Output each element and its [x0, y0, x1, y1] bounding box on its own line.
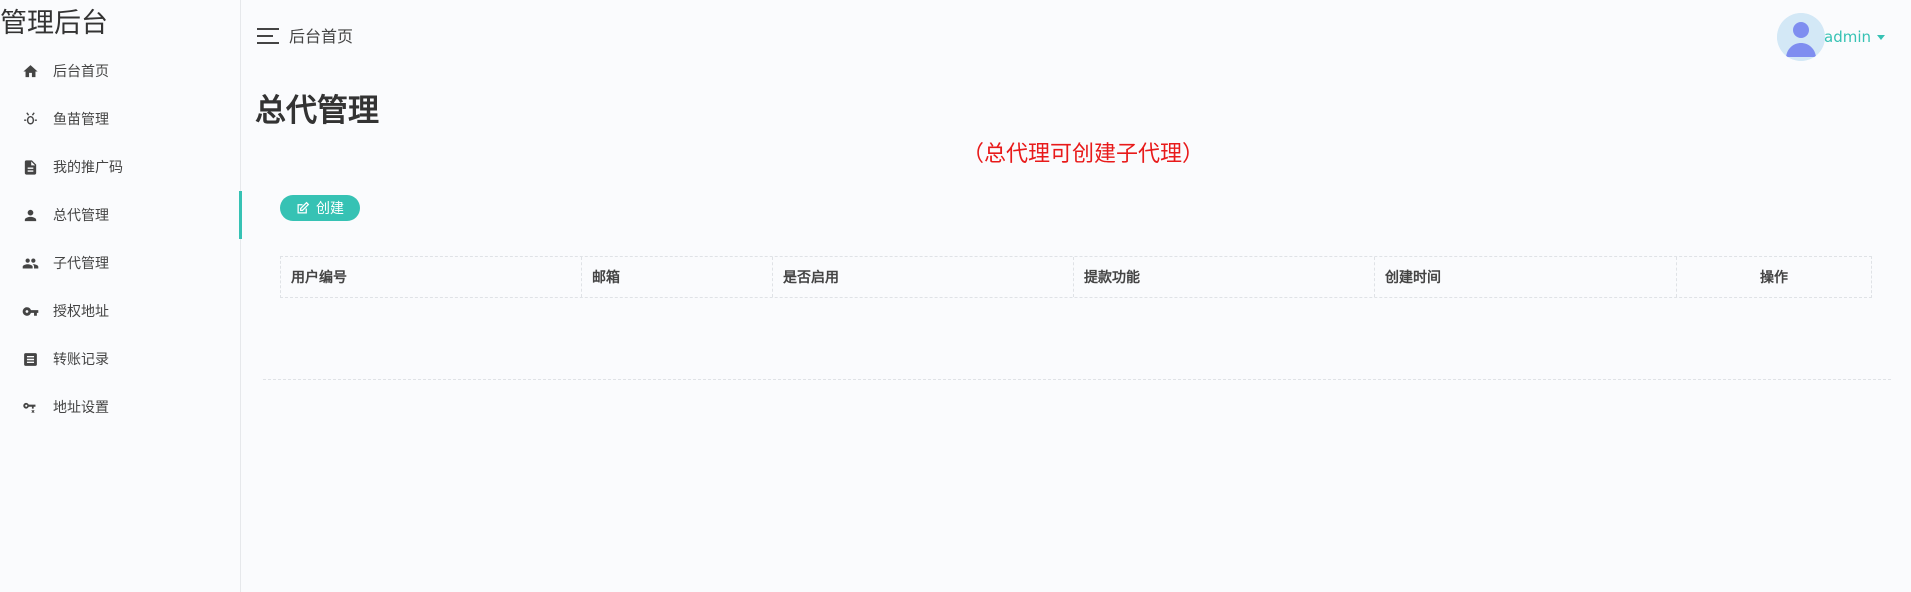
- table-footer-divider: [263, 379, 1891, 380]
- sidebar-item-transfer-records[interactable]: 转账记录: [0, 335, 241, 383]
- sidebar-item-label: 总代管理: [53, 208, 109, 224]
- agents-table: 用户编号 邮箱 是否启用 提款功能 创建时间 操作: [280, 256, 1872, 298]
- sidebar-item-home[interactable]: 后台首页: [0, 47, 241, 95]
- column-header-enabled[interactable]: 是否启用: [773, 257, 1074, 297]
- sidebar-menu: 后台首页 鱼苗管理 我的推广码 总代管理 子代管理 授权地址 转账记录 地址设置: [0, 47, 242, 431]
- sidebar-item-sub-agent[interactable]: 子代管理: [0, 239, 241, 287]
- table-header: 用户编号 邮箱 是否启用 提款功能 创建时间 操作: [280, 256, 1872, 298]
- sidebar-item-promo-code[interactable]: 我的推广码: [0, 143, 241, 191]
- people-icon: [21, 254, 39, 272]
- key-icon: [21, 302, 39, 320]
- document-icon: [21, 158, 39, 176]
- home-icon: [21, 62, 39, 80]
- column-header-created-time[interactable]: 创建时间: [1375, 257, 1677, 297]
- bug-icon: [21, 110, 39, 128]
- key-x-icon: [21, 398, 39, 416]
- column-header-withdraw[interactable]: 提款功能: [1074, 257, 1375, 297]
- sidebar-item-general-agent[interactable]: 总代管理: [0, 191, 242, 239]
- menu-toggle-icon[interactable]: [257, 28, 279, 44]
- sidebar-item-label: 子代管理: [53, 256, 109, 272]
- sidebar-item-label: 鱼苗管理: [53, 112, 109, 128]
- top-header: 后台首页 admin: [241, 0, 1911, 74]
- column-header-actions: 操作: [1760, 270, 1788, 286]
- sidebar-item-label: 后台首页: [53, 64, 109, 80]
- create-button[interactable]: 创建: [280, 195, 360, 221]
- edit-icon: [297, 201, 310, 213]
- sidebar: 管理后台 后台首页 鱼苗管理 我的推广码 总代管理 子代管理 授权地址 转账记录…: [0, 0, 242, 592]
- notice-text: （总代理可创建子代理）: [962, 142, 1205, 167]
- sidebar-item-authorized-address[interactable]: 授权地址: [0, 287, 241, 335]
- sidebar-item-label: 我的推广码: [53, 160, 123, 176]
- list-icon: [21, 350, 39, 368]
- sidebar-item-label: 地址设置: [53, 400, 109, 416]
- page-title: 总代管理: [255, 93, 379, 129]
- app-logo: 管理后台: [0, 8, 108, 39]
- sidebar-item-address-settings[interactable]: 地址设置: [0, 383, 241, 431]
- caret-down-icon: [1877, 34, 1885, 40]
- column-header-email[interactable]: 邮箱: [582, 257, 773, 297]
- avatar[interactable]: [1777, 13, 1825, 61]
- column-header-user-id[interactable]: 用户编号: [281, 257, 582, 297]
- username: admin: [1824, 28, 1871, 46]
- breadcrumb[interactable]: 后台首页: [289, 27, 353, 47]
- sidebar-item-label: 授权地址: [53, 304, 109, 320]
- sidebar-item-label: 转账记录: [53, 352, 109, 368]
- user-menu[interactable]: admin: [1824, 28, 1885, 46]
- create-button-label: 创建: [316, 200, 344, 216]
- sidebar-item-fry[interactable]: 鱼苗管理: [0, 95, 241, 143]
- person-icon: [21, 206, 39, 224]
